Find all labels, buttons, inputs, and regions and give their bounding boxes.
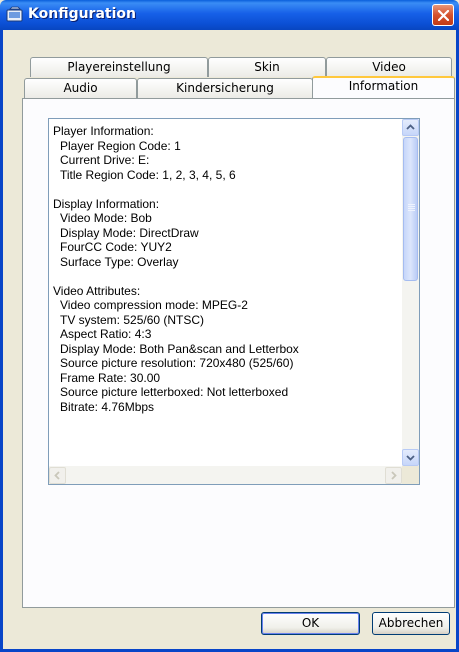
- arrow-down-icon: [406, 455, 415, 461]
- scroll-down-button[interactable]: [402, 449, 419, 466]
- window-title: Konfiguration: [28, 6, 136, 22]
- info-line: Bitrate: 4.76Mbps: [60, 399, 155, 414]
- config-window-icon: [6, 6, 24, 24]
- info-line: Surface Type: Overlay: [60, 254, 179, 269]
- close-button[interactable]: [432, 4, 454, 26]
- arrow-right-icon: [391, 471, 397, 480]
- tab-playereinstellung[interactable]: Playereinstellung: [30, 57, 208, 77]
- config-window: Konfiguration Playereinstellung Skin Vid…: [0, 0, 459, 652]
- tab-kindersicherung[interactable]: Kindersicherung: [137, 78, 313, 98]
- ok-button[interactable]: OK: [261, 612, 360, 635]
- scroll-left-button[interactable]: [49, 467, 66, 484]
- vertical-scrollbar[interactable]: [402, 119, 419, 466]
- info-line: Display Mode: Both Pan&scan and Letterbo…: [60, 341, 299, 356]
- info-line: Frame Rate: 30.00: [60, 370, 161, 385]
- scroll-right-button[interactable]: [385, 467, 402, 484]
- info-line: [53, 269, 398, 284]
- window-frame-left: [0, 30, 3, 652]
- info-line: TV system: 525/60 (NTSC): [60, 312, 205, 327]
- info-line: Video Mode: Bob: [60, 211, 152, 225]
- scroll-thumb[interactable]: [403, 137, 418, 281]
- info-line: Source picture letterboxed: Not letterbo…: [60, 385, 289, 399]
- arrow-left-icon: [54, 471, 60, 480]
- info-line: Player Information:: [53, 124, 154, 138]
- tab-video[interactable]: Video: [326, 57, 452, 77]
- info-line: FourCC Code: YUY2: [60, 240, 172, 254]
- close-icon: [438, 10, 449, 21]
- info-line: Display Mode: DirectDraw: [60, 225, 199, 240]
- cancel-button[interactable]: Abbrechen: [372, 612, 450, 635]
- tab-information[interactable]: Information: [312, 76, 455, 98]
- tab-audio[interactable]: Audio: [24, 78, 137, 98]
- info-line: Current Drive: E:: [60, 153, 150, 167]
- info-line: Video Attributes:: [53, 283, 141, 298]
- info-line: Source picture resolution: 720x480 (525/…: [60, 356, 294, 370]
- info-line: Display Information:: [53, 196, 160, 211]
- info-line: Aspect Ratio: 4:3: [60, 327, 152, 341]
- scrollbar-corner: [402, 466, 419, 484]
- horizontal-scrollbar[interactable]: [49, 466, 402, 484]
- title-bar[interactable]: Konfiguration: [0, 0, 459, 30]
- info-line: [53, 182, 398, 197]
- info-line: Player Region Code: 1: [60, 138, 181, 153]
- arrow-up-icon: [406, 124, 415, 130]
- tab-skin[interactable]: Skin: [208, 57, 326, 77]
- scroll-up-button[interactable]: [402, 119, 419, 136]
- info-listbox[interactable]: Player Information: Player Region Code: 1…: [48, 118, 420, 485]
- info-line: Video compression mode: MPEG-2: [60, 298, 248, 312]
- info-text: Player Information: Player Region Code: 1…: [53, 124, 398, 464]
- info-line: Title Region Code: 1, 2, 3, 4, 5, 6: [60, 167, 236, 182]
